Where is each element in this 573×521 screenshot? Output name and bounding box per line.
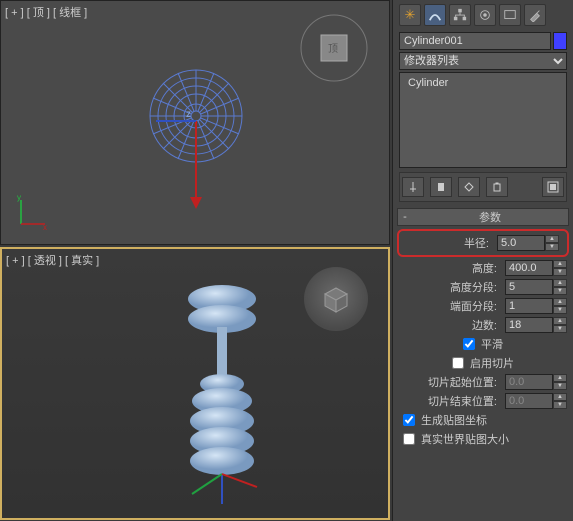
svg-text:顶: 顶	[328, 43, 338, 55]
spin-down-icon: ▼	[553, 401, 567, 409]
cap-segs-label: 端面分段:	[399, 298, 501, 314]
slice-on-label: 启用切片	[470, 355, 514, 371]
stack-toolbar	[399, 172, 567, 202]
params-rollup-header[interactable]: - 参数	[397, 208, 569, 226]
axis-tripod-icon: y x	[13, 192, 53, 232]
slice-to-spinner[interactable]: ▲▼	[505, 393, 567, 409]
smooth-checkbox[interactable]	[463, 338, 475, 350]
modify-tab-icon[interactable]	[424, 4, 446, 26]
slice-from-label: 切片起始位置:	[399, 374, 501, 390]
command-panel-tabs: ✳	[393, 0, 573, 30]
radius-input[interactable]	[497, 235, 545, 251]
height-segs-label: 高度分段:	[399, 279, 501, 295]
svg-text:z: z	[186, 109, 191, 120]
viewport-persp-label[interactable]: [ + ] [ 透视 ] [ 真实 ]	[6, 252, 99, 268]
hierarchy-tab-icon[interactable]	[449, 4, 471, 26]
sides-spinner[interactable]: ▲▼	[505, 317, 567, 333]
spin-up-icon: ▲	[553, 393, 567, 401]
cap-segs-spinner[interactable]: ▲▼	[505, 298, 567, 314]
modifier-stack[interactable]: Cylinder	[399, 72, 567, 168]
height-label: 高度:	[399, 260, 501, 276]
slice-to-input	[505, 393, 553, 409]
rollup-toggle-icon[interactable]: -	[398, 211, 412, 223]
spin-down-icon[interactable]: ▼	[553, 268, 567, 276]
gen-map-label: 生成贴图坐标	[421, 412, 487, 428]
height-segs-input[interactable]	[505, 279, 553, 295]
radius-spinner[interactable]: ▲▼	[497, 235, 559, 251]
svg-text:y: y	[17, 193, 21, 202]
spin-up-icon[interactable]: ▲	[553, 298, 567, 306]
slice-on-checkbox[interactable]	[452, 357, 464, 369]
viewport-top-label[interactable]: [ + ] [ 顶 ] [ 线框 ]	[5, 4, 87, 20]
show-end-result-icon[interactable]	[430, 177, 452, 197]
viewcube-perspective[interactable]	[304, 267, 368, 331]
slice-to-label: 切片结束位置:	[399, 393, 501, 409]
display-tab-icon[interactable]	[499, 4, 521, 26]
make-unique-icon[interactable]	[458, 177, 480, 197]
utilities-tab-icon[interactable]	[524, 4, 546, 26]
spin-up-icon[interactable]: ▲	[553, 317, 567, 325]
slice-from-input	[505, 374, 553, 390]
spin-down-icon[interactable]: ▼	[553, 306, 567, 314]
spin-up-icon[interactable]: ▲	[545, 235, 559, 243]
spin-down-icon[interactable]: ▼	[553, 325, 567, 333]
real-world-checkbox[interactable]	[403, 433, 415, 445]
rollup-title: 参数	[412, 209, 568, 225]
stack-item-cylinder[interactable]: Cylinder	[408, 77, 558, 89]
configure-sets-icon[interactable]	[542, 177, 564, 197]
spin-down-icon[interactable]: ▼	[553, 287, 567, 295]
height-spinner[interactable]: ▲▼	[505, 260, 567, 276]
sides-input[interactable]	[505, 317, 553, 333]
command-panel: ✳ 修改器列表 Cylinder - 参数 半径: ▲	[392, 0, 573, 521]
height-input[interactable]	[505, 260, 553, 276]
viewport-perspective[interactable]: [ + ] [ 透视 ] [ 真实 ]	[0, 247, 390, 520]
viewcube-top[interactable]: 顶	[299, 13, 369, 83]
modifier-list-dropdown[interactable]: 修改器列表	[399, 52, 567, 70]
scene-object	[167, 279, 277, 509]
svg-text:x: x	[43, 223, 47, 232]
radius-highlight: 半径: ▲▼	[397, 229, 569, 257]
remove-modifier-icon[interactable]	[486, 177, 508, 197]
gen-map-checkbox[interactable]	[403, 414, 415, 426]
spin-down-icon[interactable]: ▼	[545, 243, 559, 251]
create-tab-icon[interactable]: ✳	[399, 4, 421, 26]
spin-up-icon[interactable]: ▲	[553, 260, 567, 268]
real-world-label: 真实世界贴图大小	[421, 431, 509, 447]
spin-down-icon: ▼	[553, 382, 567, 390]
object-color-swatch[interactable]	[553, 32, 567, 50]
height-segs-spinner[interactable]: ▲▼	[505, 279, 567, 295]
viewport-top[interactable]: [ + ] [ 顶 ] [ 线框 ] z	[0, 0, 390, 245]
radius-label: 半径:	[407, 235, 493, 251]
smooth-label: 平滑	[481, 336, 503, 352]
object-name-input[interactable]	[399, 32, 551, 50]
transform-gizmo[interactable]: z	[156, 91, 276, 231]
cap-segs-input[interactable]	[505, 298, 553, 314]
spin-up-icon[interactable]: ▲	[553, 279, 567, 287]
slice-from-spinner[interactable]: ▲▼	[505, 374, 567, 390]
motion-tab-icon[interactable]	[474, 4, 496, 26]
sides-label: 边数:	[399, 317, 501, 333]
spin-up-icon: ▲	[553, 374, 567, 382]
pin-stack-icon[interactable]	[402, 177, 424, 197]
